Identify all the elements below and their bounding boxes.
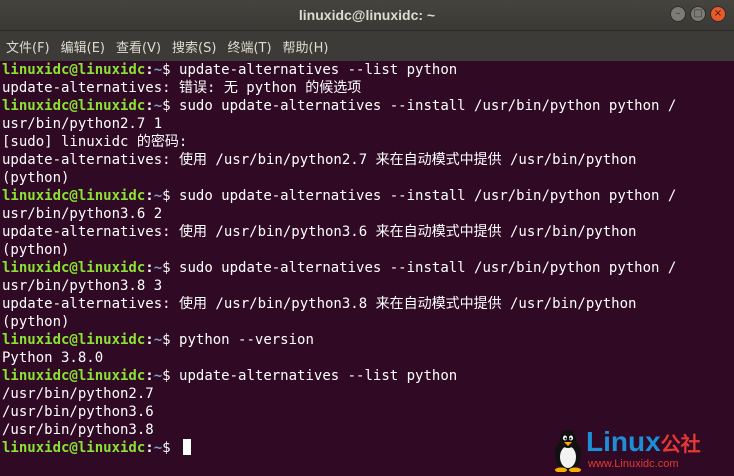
prompt-user: linuxidc@linuxidc — [2, 440, 146, 456]
watermark-logo: Linux公社 www.Linuxidc.com — [550, 426, 730, 474]
menu-file[interactable]: 文件(F) — [6, 37, 50, 56]
command-text: update-alternatives --list python — [179, 368, 458, 384]
output-text: update-alternatives: 使用 /usr/bin/python3… — [2, 296, 637, 312]
menu-terminal[interactable]: 终端(T) — [227, 37, 271, 56]
title-bar[interactable]: linuxidc@linuxidc: ~ – □ × — [0, 0, 734, 31]
prompt-path: ~ — [153, 368, 163, 384]
prompt-user: linuxidc@linuxidc — [2, 368, 146, 384]
prompt-separator: : — [145, 188, 154, 204]
prompt-path: ~ — [153, 440, 163, 456]
prompt-path: ~ — [153, 98, 163, 114]
prompt-dollar: $ — [162, 332, 180, 348]
prompt-dollar: $ — [162, 98, 180, 114]
terminal-command-line: linuxidc@linuxidc:~$ sudo update-alterna… — [2, 259, 734, 277]
terminal-output-line: usr/bin/python3.8 3 — [2, 277, 734, 295]
prompt-path: ~ — [153, 188, 163, 204]
minimize-button[interactable]: – — [670, 6, 686, 22]
terminal-output-line: (python) — [2, 313, 734, 331]
maximize-button[interactable]: □ — [690, 6, 706, 22]
output-text: (python) — [2, 242, 70, 258]
output-text: Python 3.8.0 — [2, 350, 104, 366]
output-text: (python) — [2, 170, 70, 186]
window-controls: – □ × — [670, 6, 726, 22]
prompt-separator: : — [145, 260, 154, 276]
terminal-command-line: linuxidc@linuxidc:~$ sudo update-alterna… — [2, 187, 734, 205]
prompt-user: linuxidc@linuxidc — [2, 260, 146, 276]
prompt-user: linuxidc@linuxidc — [2, 98, 146, 114]
command-text: sudo update-alternatives --install /usr/… — [179, 98, 677, 114]
prompt-separator: : — [145, 440, 154, 456]
terminal-output-line: update-alternatives: 使用 /usr/bin/python3… — [2, 223, 734, 241]
menu-help[interactable]: 帮助(H) — [283, 37, 329, 56]
prompt-user: linuxidc@linuxidc — [2, 188, 146, 204]
prompt-separator: : — [145, 368, 154, 384]
text-cursor — [183, 439, 192, 455]
menu-edit[interactable]: 编辑(E) — [61, 37, 105, 56]
menu-search[interactable]: 搜索(S) — [172, 37, 216, 56]
watermark-url: www.Linuxidc.com — [588, 458, 679, 470]
terminal-output-line: update-alternatives: 使用 /usr/bin/python3… — [2, 295, 734, 313]
terminal-output-line: (python) — [2, 169, 734, 187]
prompt-dollar: $ — [162, 368, 180, 384]
output-text: update-alternatives: 使用 /usr/bin/python2… — [2, 152, 637, 168]
command-text: python --version — [179, 332, 314, 348]
prompt-separator: : — [145, 98, 154, 114]
terminal-output-line: (python) — [2, 241, 734, 259]
terminal-command-line: linuxidc@linuxidc:~$ sudo update-alterna… — [2, 97, 734, 115]
terminal-output-line: usr/bin/python3.6 2 — [2, 205, 734, 223]
output-text: /usr/bin/python3.8 — [2, 422, 154, 438]
prompt-path: ~ — [153, 260, 163, 276]
output-text: /usr/bin/python2.7 — [2, 386, 154, 402]
terminal-output[interactable]: linuxidc@linuxidc:~$ update-alternatives… — [0, 61, 734, 476]
watermark-brand-cn: 公社 — [660, 432, 701, 456]
output-text: update-alternatives: 使用 /usr/bin/python3… — [2, 224, 637, 240]
terminal-output-line: /usr/bin/python3.6 — [2, 403, 734, 421]
prompt-user: linuxidc@linuxidc — [2, 332, 146, 348]
output-text: /usr/bin/python3.6 — [2, 404, 154, 420]
prompt-separator: : — [145, 62, 154, 78]
prompt-dollar: $ — [162, 440, 180, 456]
terminal-output-line: update-alternatives: 错误: 无 python 的候选项 — [2, 79, 734, 97]
output-text: usr/bin/python3.6 2 — [2, 206, 163, 222]
watermark-brand: Linux — [586, 426, 661, 457]
prompt-dollar: $ — [162, 260, 180, 276]
command-text: update-alternatives --list python — [179, 62, 458, 78]
output-text: (python) — [2, 314, 70, 330]
window-title: linuxidc@linuxidc: ~ — [298, 7, 436, 23]
menu-view[interactable]: 查看(V) — [116, 37, 161, 56]
prompt-dollar: $ — [162, 62, 180, 78]
output-text: update-alternatives: 错误: 无 python 的候选项 — [2, 80, 362, 96]
command-text: sudo update-alternatives --install /usr/… — [179, 188, 677, 204]
prompt-user: linuxidc@linuxidc — [2, 62, 146, 78]
terminal-output-line: update-alternatives: 使用 /usr/bin/python2… — [2, 151, 734, 169]
command-text: sudo update-alternatives --install /usr/… — [179, 260, 677, 276]
menu-bar: 文件(F) 编辑(E) 查看(V) 搜索(S) 终端(T) 帮助(H) — [0, 31, 734, 61]
terminal-output-line: [sudo] linuxidc 的密码: — [2, 133, 734, 151]
output-text: usr/bin/python2.7 1 — [2, 116, 163, 132]
terminal-window: linuxidc@linuxidc: ~ – □ × 文件(F) 编辑(E) 查… — [0, 0, 734, 476]
terminal-output-line: Python 3.8.0 — [2, 349, 734, 367]
terminal-command-line: linuxidc@linuxidc:~$ update-alternatives… — [2, 367, 734, 385]
close-button[interactable]: × — [710, 6, 726, 22]
prompt-separator: : — [145, 332, 154, 348]
terminal-command-line: linuxidc@linuxidc:~$ update-alternatives… — [2, 61, 734, 79]
terminal-output-line: /usr/bin/python2.7 — [2, 385, 734, 403]
tux-penguin-icon — [555, 430, 581, 472]
output-text: [sudo] linuxidc 的密码: — [2, 134, 188, 150]
output-text: usr/bin/python3.8 3 — [2, 278, 163, 294]
prompt-path: ~ — [153, 62, 163, 78]
terminal-command-line: linuxidc@linuxidc:~$ python --version — [2, 331, 734, 349]
prompt-dollar: $ — [162, 188, 180, 204]
terminal-output-line: usr/bin/python2.7 1 — [2, 115, 734, 133]
prompt-path: ~ — [153, 332, 163, 348]
